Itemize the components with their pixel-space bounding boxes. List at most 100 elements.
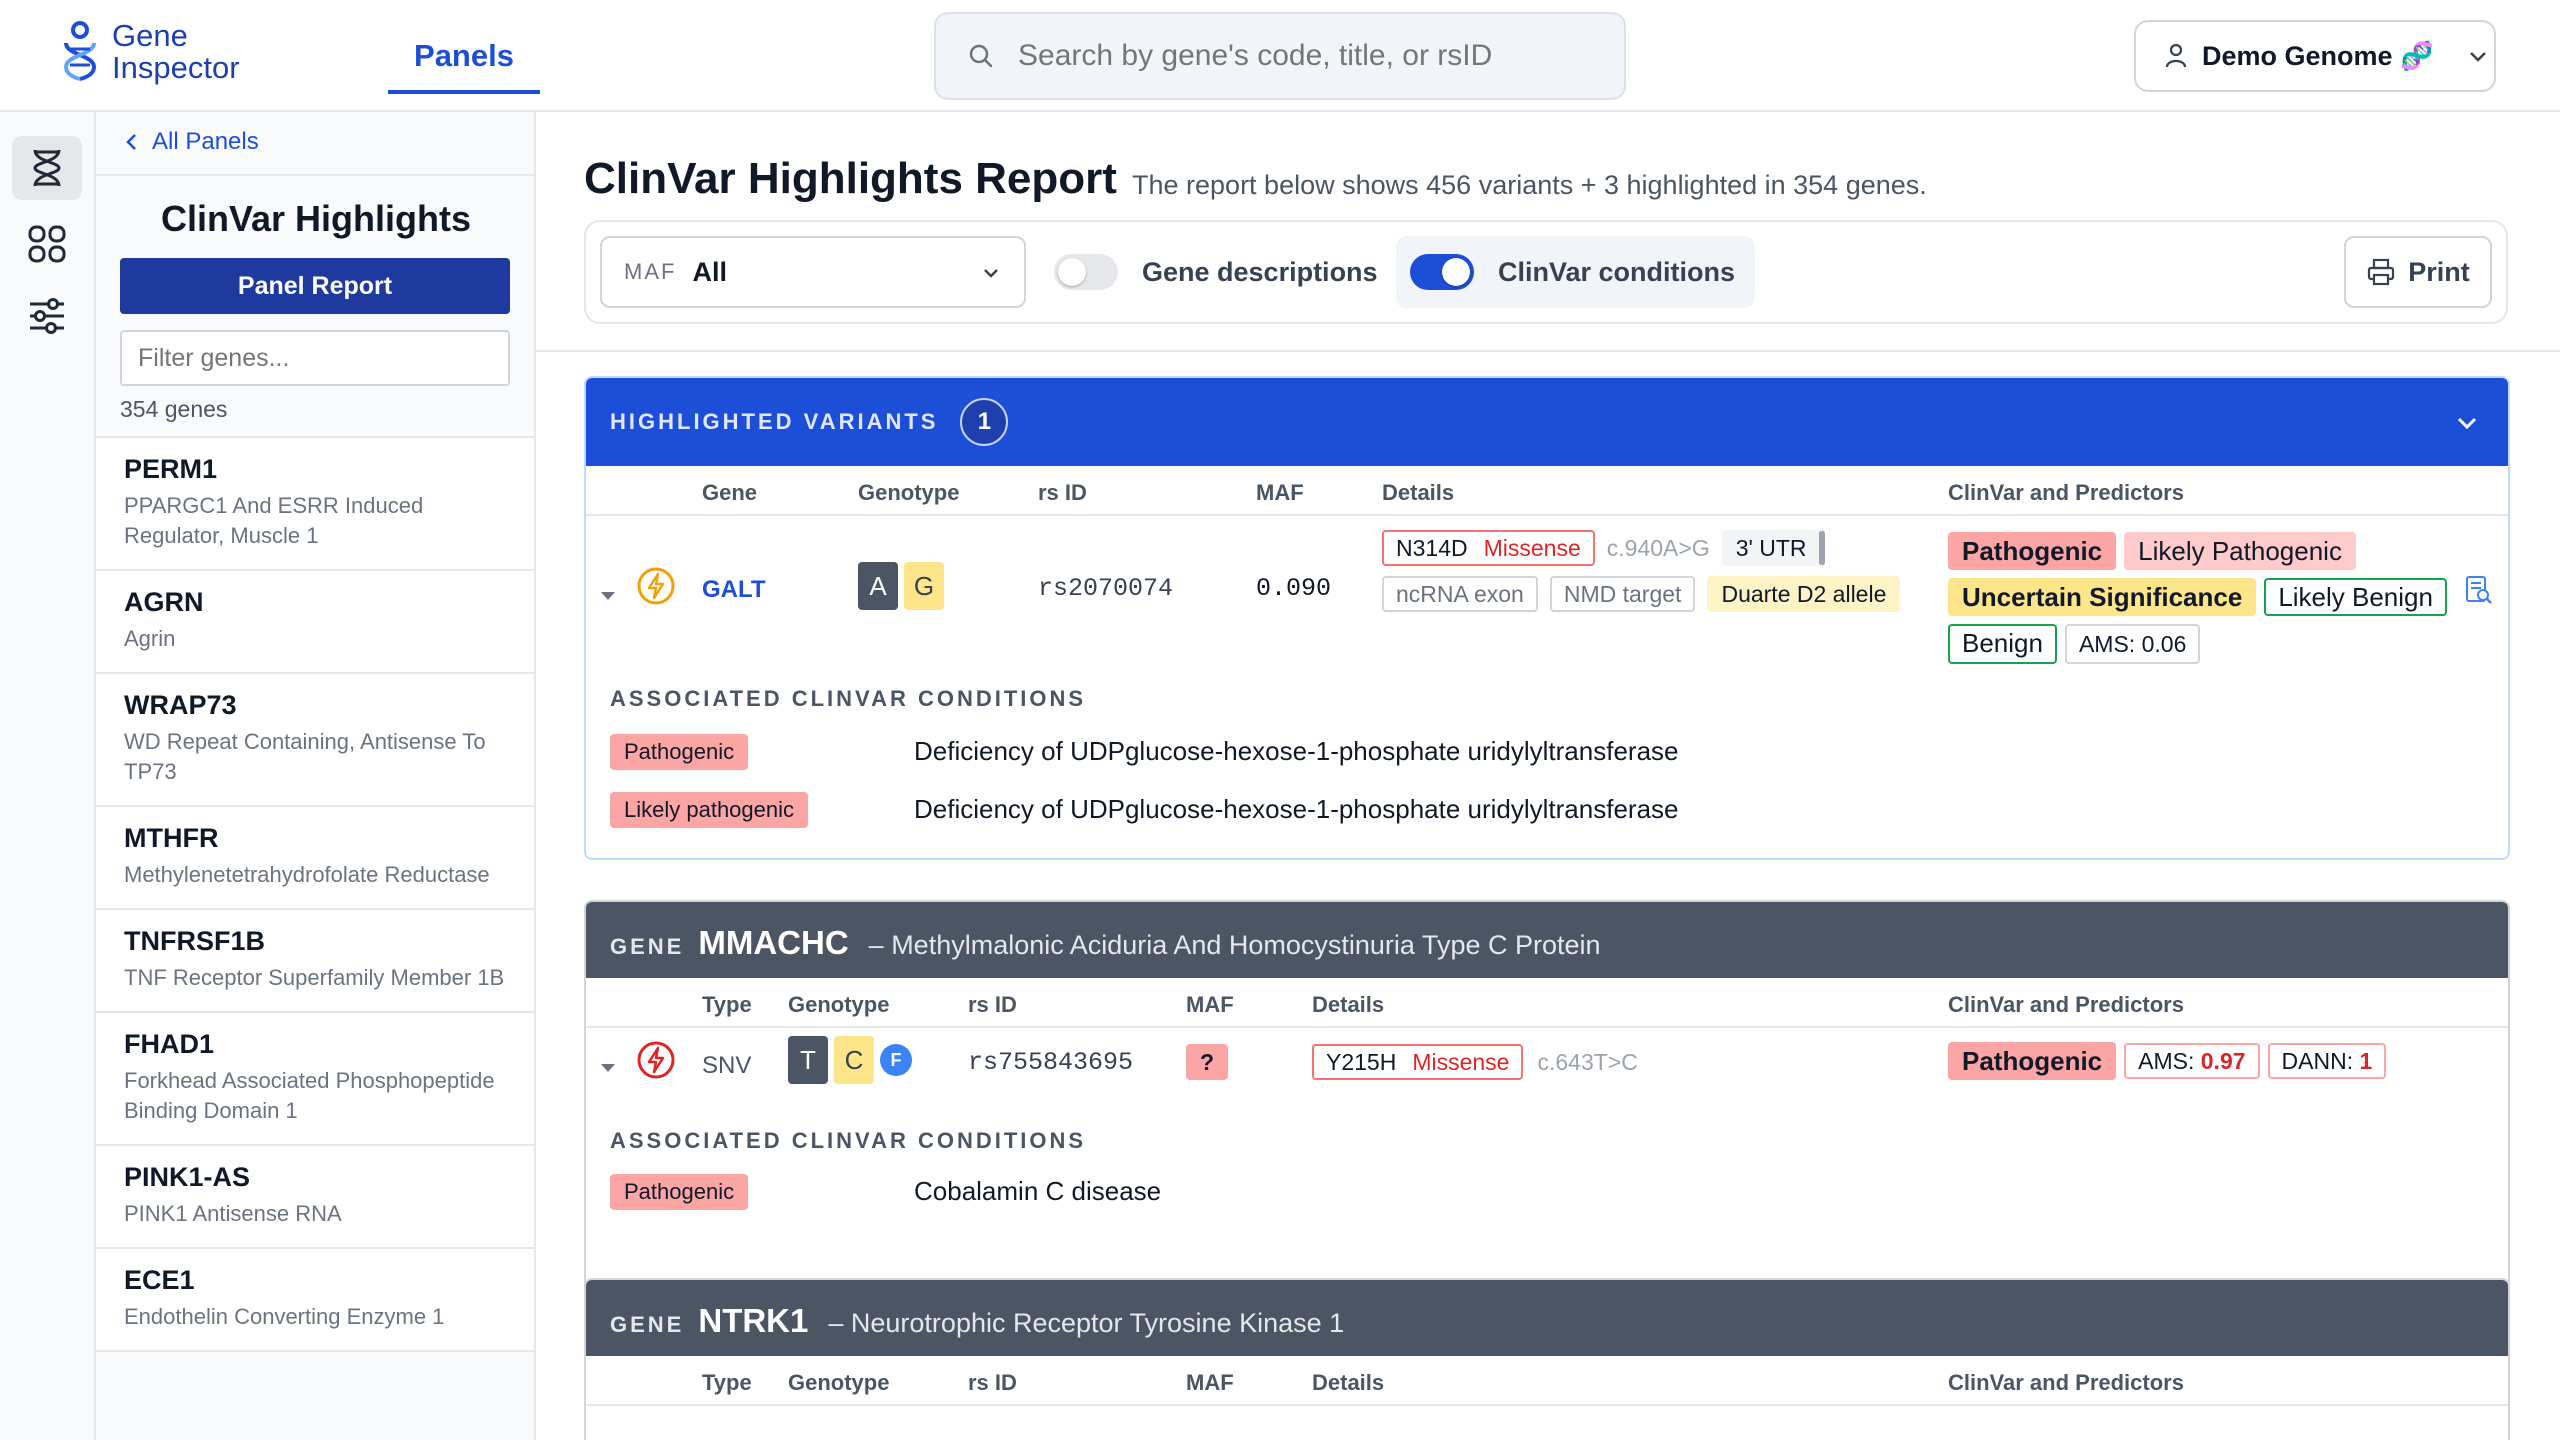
toggle-switch-off[interactable]	[1054, 254, 1118, 290]
filter-genes-input[interactable]	[120, 330, 510, 386]
app-logo[interactable]: Gene Inspector	[58, 20, 240, 84]
col-genotype: Genotype	[788, 992, 890, 1017]
gene-list-item[interactable]: PINK1-AS PINK1 Antisense RNA	[96, 1146, 534, 1249]
gene-description: Agrin	[124, 626, 176, 651]
genotype: T C F	[788, 1036, 912, 1084]
genotype: A G	[858, 562, 944, 610]
allele: A	[858, 562, 898, 610]
maf-select[interactable]: MAF All	[600, 236, 1026, 308]
logo-line-1: Gene	[112, 18, 188, 53]
collapse-chevron-icon[interactable]	[2454, 410, 2480, 436]
gene-list: PERM1 PPARGC1 And ESRR Induced Regulator…	[96, 436, 534, 1352]
ncrna-tag: ncRNA exon	[1382, 576, 1538, 612]
dna-icon	[33, 149, 61, 187]
gene-symbol: FHAD1	[124, 1029, 215, 1059]
panel-title: ClinVar Highlights	[160, 198, 472, 239]
condition-significance: Pathogenic	[610, 734, 749, 770]
report-main: ClinVar Highlights Report The report bel…	[536, 112, 2560, 1440]
clinvar-badge: Pathogenic	[1948, 532, 2117, 570]
col-clinvar: ClinVar and Predictors	[1948, 992, 2184, 1017]
report-toolbar: MAF All Gene descriptions ClinVar condit…	[584, 220, 2508, 324]
rsid[interactable]: rs2070074	[1038, 574, 1173, 603]
clinvar-badge: Benign	[1948, 624, 2057, 664]
gene-description: WD Repeat Containing, Antisense To TP73	[124, 729, 486, 784]
gene-list-item[interactable]: PERM1 PPARGC1 And ESRR Induced Regulator…	[96, 438, 534, 571]
back-to-panels-link[interactable]: All Panels	[124, 128, 259, 156]
report-document-icon[interactable]	[2462, 574, 2494, 606]
table-header: Type Genotype rs ID MAF Details ClinVar …	[586, 1356, 2508, 1406]
section-title: HIGHLIGHTED VARIANTS	[610, 409, 939, 434]
gene-card-ntrk1: GENE NTRK1 – Neurotrophic Receptor Tyros…	[584, 1278, 2510, 1440]
gene-list-item[interactable]: MTHFR Methylenetetrahydrofolate Reductas…	[96, 807, 534, 910]
gene-symbol: NTRK1	[698, 1302, 809, 1339]
rail-settings-button[interactable]	[12, 284, 82, 348]
col-maf: MAF	[1186, 992, 1234, 1017]
gene-list-item[interactable]: WRAP73 WD Repeat Containing, Antisense T…	[96, 674, 534, 807]
gene-card-header[interactable]: GENE MMACHC – Methylmalonic Aciduria And…	[586, 902, 2508, 978]
clinvar-conditions-toggle[interactable]: ClinVar conditions	[1396, 236, 1756, 308]
report-title: ClinVar Highlights Report	[584, 154, 1117, 203]
col-genotype: Genotype	[788, 1370, 890, 1395]
rsid[interactable]: rs755843695	[968, 1048, 1133, 1077]
panel-sidebar: All Panels ClinVar Highlights Panel Repo…	[96, 112, 536, 1440]
tab-panels[interactable]: Panels	[388, 28, 540, 94]
col-details: Details	[1382, 480, 1455, 505]
gene-count: 354 genes	[120, 396, 228, 422]
condition-name: Cobalamin C disease	[914, 1176, 1162, 1206]
printer-icon	[2368, 258, 2395, 286]
gene-list-item[interactable]: FHAD1 Forkhead Associated Phosphopeptide…	[96, 1013, 534, 1146]
region-tag: 3' UTR	[1721, 530, 1825, 566]
col-clinvar: ClinVar and Predictors	[1948, 1370, 2184, 1395]
clinvar-predictors: Pathogenic AMS: 0.97 DANN: 1	[1948, 1042, 2387, 1080]
col-details: Details	[1312, 1370, 1385, 1395]
toggle-label: ClinVar conditions	[1498, 256, 1736, 287]
rail-dna-button[interactable]	[12, 136, 82, 200]
expand-caret-icon[interactable]	[598, 1060, 618, 1076]
gene-symbol: MTHFR	[124, 823, 219, 853]
gene-descriptions-toggle[interactable]: Gene descriptions	[1054, 236, 1392, 308]
print-button[interactable]: Print	[2344, 236, 2492, 308]
condition-name: Deficiency of UDPglucose-hexose-1-phosph…	[914, 794, 1679, 824]
sliders-icon	[30, 298, 64, 334]
gene-description: Endothelin Converting Enzyme 1	[124, 1304, 445, 1329]
gene-keyword: GENE	[610, 934, 685, 959]
gene-symbol: MMACHC	[698, 924, 849, 961]
gene-list-item[interactable]: ECE1 Endothelin Converting Enzyme 1	[96, 1249, 534, 1352]
search-box[interactable]	[934, 12, 1626, 100]
maf-label: MAF	[624, 259, 677, 284]
dna-logo-icon	[63, 21, 97, 81]
gene-card-header[interactable]: GENE NTRK1 – Neurotrophic Receptor Tyros…	[586, 1280, 2508, 1356]
icon-rail	[0, 112, 96, 1440]
gene-link[interactable]: GALT	[702, 576, 766, 604]
col-rsid: rs ID	[968, 1370, 1017, 1395]
search-input[interactable]	[1018, 39, 1578, 73]
col-maf: MAF	[1186, 1370, 1234, 1395]
divider	[96, 174, 534, 176]
gene-list-item[interactable]: TNFRSF1B TNF Receptor Superfamily Member…	[96, 910, 534, 1013]
print-label: Print	[2408, 256, 2470, 287]
flag-badge: F	[880, 1044, 912, 1076]
col-details: Details	[1312, 992, 1385, 1017]
report-subtitle: The report below shows 456 variants + 3 …	[1132, 170, 1927, 200]
user-menu-button[interactable]: Demo Genome 🧬	[2134, 20, 2496, 92]
panel-report-button[interactable]: Panel Report	[120, 258, 510, 314]
report-header: ClinVar Highlights Report The report bel…	[536, 112, 2560, 352]
variant-row: GALT A G rs2070074 0.090 N314D Missense c…	[586, 516, 2508, 856]
rail-grid-button[interactable]	[12, 212, 82, 276]
variant-details: N314D Missense c.940A>G 3' UTR ncRNA exon…	[1382, 530, 1922, 612]
col-gene: Gene	[702, 480, 758, 505]
gene-list-item[interactable]: AGRN Agrin	[96, 571, 534, 674]
allele: C	[834, 1036, 874, 1084]
highlighted-variants-header[interactable]: HIGHLIGHTED VARIANTS 1	[586, 378, 2508, 466]
ams-score: AMS: 0.97	[2124, 1043, 2260, 1079]
gene-symbol: PERM1	[124, 454, 218, 484]
user-label: Demo Genome 🧬	[2202, 41, 2434, 71]
nmd-tag: NMD target	[1549, 576, 1696, 612]
col-type: Type	[702, 992, 752, 1017]
condition-significance: Pathogenic	[610, 1174, 749, 1210]
toggle-switch-on[interactable]	[1410, 254, 1474, 290]
gene-full-name: – Methylmalonic Aciduria And Homocystinu…	[868, 930, 1601, 960]
expand-caret-icon[interactable]	[598, 588, 618, 604]
gene-full-name: – Neurotrophic Receptor Tyrosine Kinase …	[828, 1308, 1345, 1338]
search-icon	[969, 44, 993, 68]
